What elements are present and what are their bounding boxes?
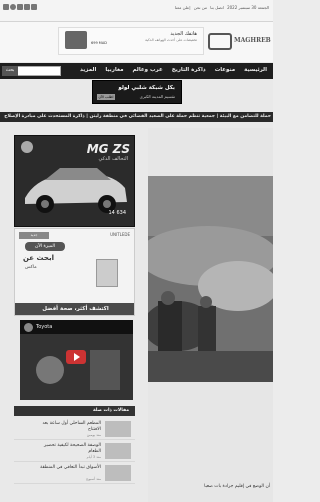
rss-icon[interactable]: [10, 4, 16, 10]
list-item[interactable]: الوصفة الصحيحة لكيفية تحضير الطعام منذ 3…: [14, 440, 135, 462]
nav-item-maghreb[interactable]: مغاربيا: [105, 67, 123, 73]
list-item[interactable]: المطعم الساحلي أول ساعة بعد الافتتاح منذ…: [14, 418, 135, 440]
site-logo[interactable]: MAGHREB: [208, 32, 271, 52]
ad-title: هاتفك الجديد: [170, 31, 197, 37]
ticker-text[interactable]: حملة للتضامن مع البيئة | جمعية تنظم حملة…: [4, 114, 271, 119]
promo-line-1: بكل شبكة شلبي لولو: [118, 85, 175, 91]
header-ad-banner[interactable]: هاتفك الجديد تخفيضات على أحدث الهواتف ال…: [58, 27, 204, 55]
related-list: المطعم الساحلي أول ساعة بعد الافتتاح منذ…: [14, 418, 135, 484]
list-item[interactable]: الأسواق تبدأ التعافي في المنطقة منذ أسبو…: [14, 462, 135, 484]
header: هاتفك الجديد تخفيضات على أحدث الهواتف ال…: [0, 22, 273, 62]
top-link-date: الجمعة 30 سبتمبر 2022: [227, 5, 269, 10]
video-embed[interactable]: Toyota: [20, 320, 133, 400]
nav-item-world[interactable]: عرب وعالم: [132, 67, 162, 73]
main-nav: بحث الرئيسية منوعات ذاكرة التاريخ عرب وع…: [0, 63, 273, 79]
hero-image[interactable]: [148, 176, 273, 382]
social-icons: [3, 4, 37, 10]
search-button[interactable]: بحث: [2, 66, 18, 76]
nav-item-history[interactable]: ذاكرة التاريخ: [172, 67, 206, 73]
nav-item-misc[interactable]: منوعات: [215, 67, 235, 73]
play-icon[interactable]: [66, 350, 86, 364]
promo-banner[interactable]: بكل شبكة شلبي لولو تقسيم المدينة الكبرى …: [92, 80, 182, 104]
product-box-image: [96, 259, 118, 287]
nav-item-home[interactable]: الرئيسية: [244, 67, 267, 73]
product-ad-cta[interactable]: اكتشف أكثر، صحة أفضل: [15, 303, 134, 315]
top-links: الجمعة 30 سبتمبر 2022 اتصل بنا من نحن إع…: [173, 5, 269, 10]
logo-mark-icon: [208, 33, 232, 50]
youtube-icon[interactable]: [17, 4, 23, 10]
list-item-title[interactable]: الأسواق تبدأ التعافي في المنطقة: [31, 465, 101, 471]
sidebar-car-ad[interactable]: MG ZS التحالف الذكي 14 634: [14, 135, 135, 227]
product-ad-pill: الميزة الآن: [25, 242, 65, 251]
phone-image: [65, 31, 87, 49]
top-link-advertise[interactable]: إعلن معنا: [175, 5, 191, 10]
list-item-date: منذ 3 أيام: [86, 455, 101, 459]
page: الجمعة 30 سبتمبر 2022 اتصل بنا من نحن إع…: [0, 0, 273, 502]
list-item-title[interactable]: الوصفة الصحيحة لكيفية تحضير الطعام: [31, 443, 101, 455]
instagram-icon[interactable]: [3, 4, 9, 10]
product-ad-line: ماكس: [25, 265, 37, 270]
list-item-date: منذ أسبوع: [86, 477, 101, 481]
top-link-about[interactable]: من نحن: [194, 5, 207, 10]
car-ad-price: 14 634: [108, 210, 127, 216]
news-ticker: حملة للتضامن مع البيئة | جمعية تنظم حملة…: [0, 112, 273, 122]
top-bar: الجمعة 30 سبتمبر 2022 اتصل بنا من نحن إع…: [0, 0, 273, 22]
twitter-icon[interactable]: [24, 4, 30, 10]
promo-line-2: تقسيم المدينة الكبرى: [139, 94, 175, 99]
product-ad-headline: ابحث عن: [23, 254, 55, 262]
list-item-thumbnail: [105, 443, 131, 459]
logo-text: MAGHREB: [234, 37, 271, 44]
hero-caption[interactable]: أن الوضع في إقليم جرادة بات صعبا: [204, 484, 270, 489]
promo-button[interactable]: اطلب الآن: [97, 94, 115, 100]
related-widget-header: مقالات ذات صلة: [14, 406, 135, 416]
product-ad-brand: UNITLEDE: [110, 232, 130, 237]
nav-items: الرئيسية منوعات ذاكرة التاريخ عرب وعالم …: [80, 67, 267, 73]
facebook-icon[interactable]: [31, 4, 37, 10]
hero-photo: [148, 176, 273, 382]
list-item-thumbnail: [105, 465, 131, 481]
list-item-title[interactable]: المطعم الساحلي أول ساعة بعد الافتتاح: [31, 421, 101, 433]
ad-price: 699 MAD: [91, 41, 107, 45]
related-widget-title: مقالات ذات صلة: [92, 408, 129, 413]
product-ad-badge: جديد: [19, 232, 49, 239]
sidebar-product-ad[interactable]: جديد UNITLEDE الميزة الآن ابحث عن ماكس ا…: [14, 228, 135, 316]
list-item-thumbnail: [105, 421, 131, 437]
ad-text: تخفيضات على أحدث الهواتف الذكية: [145, 38, 197, 42]
top-link-contact[interactable]: اتصل بنا: [210, 5, 224, 10]
nav-item-more[interactable]: المزيد: [80, 67, 96, 73]
list-item-date: منذ يومين: [86, 433, 101, 437]
